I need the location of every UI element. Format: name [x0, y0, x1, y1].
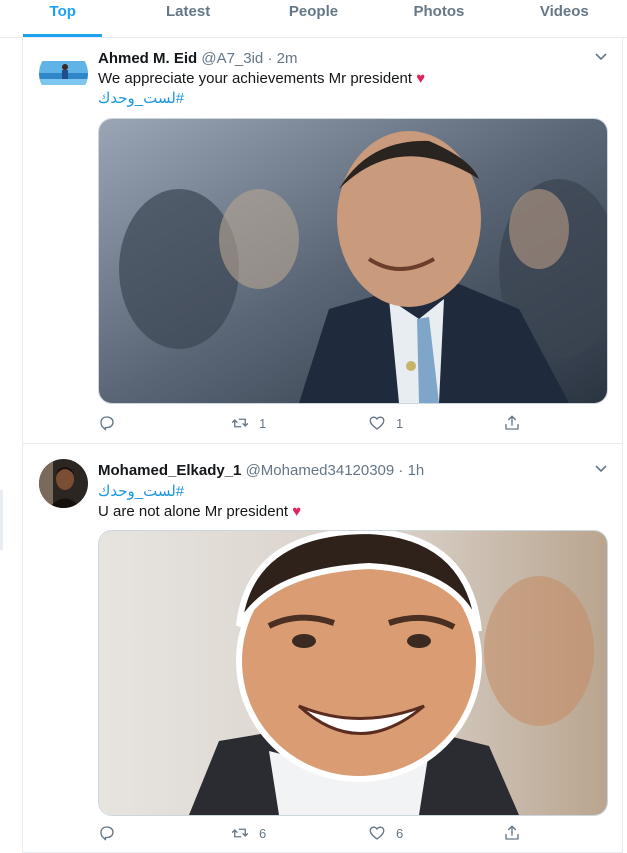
tweet-photo[interactable] [98, 118, 608, 404]
timestamp[interactable]: 2m [277, 50, 298, 67]
tab-people[interactable]: People [251, 0, 376, 37]
tweet-header: Ahmed M. Eid @A7_3id · 2m [98, 50, 297, 67]
tweet-text-content: U are not alone Mr president [98, 503, 289, 520]
share-button[interactable] [503, 414, 521, 432]
tab-latest[interactable]: Latest [125, 0, 250, 37]
avatar-sea-photo-icon [39, 49, 88, 98]
heart-icon [369, 416, 385, 430]
avatar-person-photo-icon [39, 459, 88, 508]
tweet[interactable]: Mohamed_Elkady_1 @Mohamed34120309 · 1h #… [23, 444, 622, 853]
reply-button[interactable] [98, 824, 116, 842]
reply-icon [100, 826, 114, 841]
author-name[interactable]: Ahmed M. Eid [98, 50, 197, 67]
search-tabs: Top Latest People Photos Videos [0, 0, 627, 38]
tweet-actions: 1 1 [98, 414, 528, 436]
retweet-button[interactable]: 1 [231, 414, 266, 432]
tweet-text: We appreciate your achievements Mr presi… [98, 69, 598, 89]
retweet-icon [231, 418, 249, 428]
timestamp[interactable]: 1h [408, 462, 425, 479]
heart-icon [369, 826, 385, 840]
avatar[interactable] [39, 49, 88, 98]
tweet-actions: 6 6 [98, 824, 528, 846]
cartoon-portrait-of-president-icon [99, 531, 607, 815]
like-count: 1 [396, 415, 404, 431]
avatar[interactable] [39, 459, 88, 508]
chevron-down-icon[interactable] [594, 52, 608, 62]
photo-of-president-smiling-icon [99, 119, 607, 403]
hashtag-link[interactable]: #لست_وحدك [98, 482, 598, 502]
tab-top[interactable]: Top [0, 0, 125, 37]
author-handle[interactable]: @A7_3id [201, 50, 263, 67]
tweet[interactable]: Ahmed M. Eid @A7_3id · 2m We appreciate … [23, 38, 622, 444]
share-icon [505, 415, 519, 430]
separator-dot: · [398, 462, 404, 479]
author-handle[interactable]: @Mohamed34120309 [246, 462, 395, 479]
tweet-body: #لست_وحدك U are not alone Mr president ♥ [98, 482, 598, 522]
retweet-button[interactable]: 6 [231, 824, 266, 842]
chevron-down-icon[interactable] [594, 464, 608, 474]
tab-videos[interactable]: Videos [502, 0, 627, 37]
tab-photos[interactable]: Photos [376, 0, 501, 37]
heart-emoji: ♥ [292, 503, 302, 520]
heart-emoji: ♥ [416, 70, 426, 87]
separator-dot: · [267, 50, 273, 67]
retweet-count: 6 [259, 825, 267, 841]
tweet-header: Mohamed_Elkady_1 @Mohamed34120309 · 1h [98, 462, 424, 479]
like-button[interactable]: 6 [368, 824, 403, 842]
tweet-text: U are not alone Mr president ♥ [98, 502, 598, 522]
like-button[interactable]: 1 [368, 414, 403, 432]
hashtag-link[interactable]: #لست_وحدك [98, 89, 598, 109]
tweet-feed: Ahmed M. Eid @A7_3id · 2m We appreciate … [22, 38, 623, 853]
share-icon [505, 825, 519, 840]
page-edge-shadow [0, 490, 3, 550]
share-button[interactable] [503, 824, 521, 842]
tweet-body: We appreciate your achievements Mr presi… [98, 69, 598, 109]
reply-button[interactable] [98, 414, 116, 432]
tweet-text-content: We appreciate your achievements Mr presi… [98, 70, 413, 87]
reply-icon [100, 416, 114, 431]
like-count: 6 [396, 825, 404, 841]
retweet-count: 1 [259, 415, 267, 431]
author-name[interactable]: Mohamed_Elkady_1 [98, 462, 241, 479]
retweet-icon [231, 828, 249, 838]
tweet-photo[interactable] [98, 530, 608, 816]
